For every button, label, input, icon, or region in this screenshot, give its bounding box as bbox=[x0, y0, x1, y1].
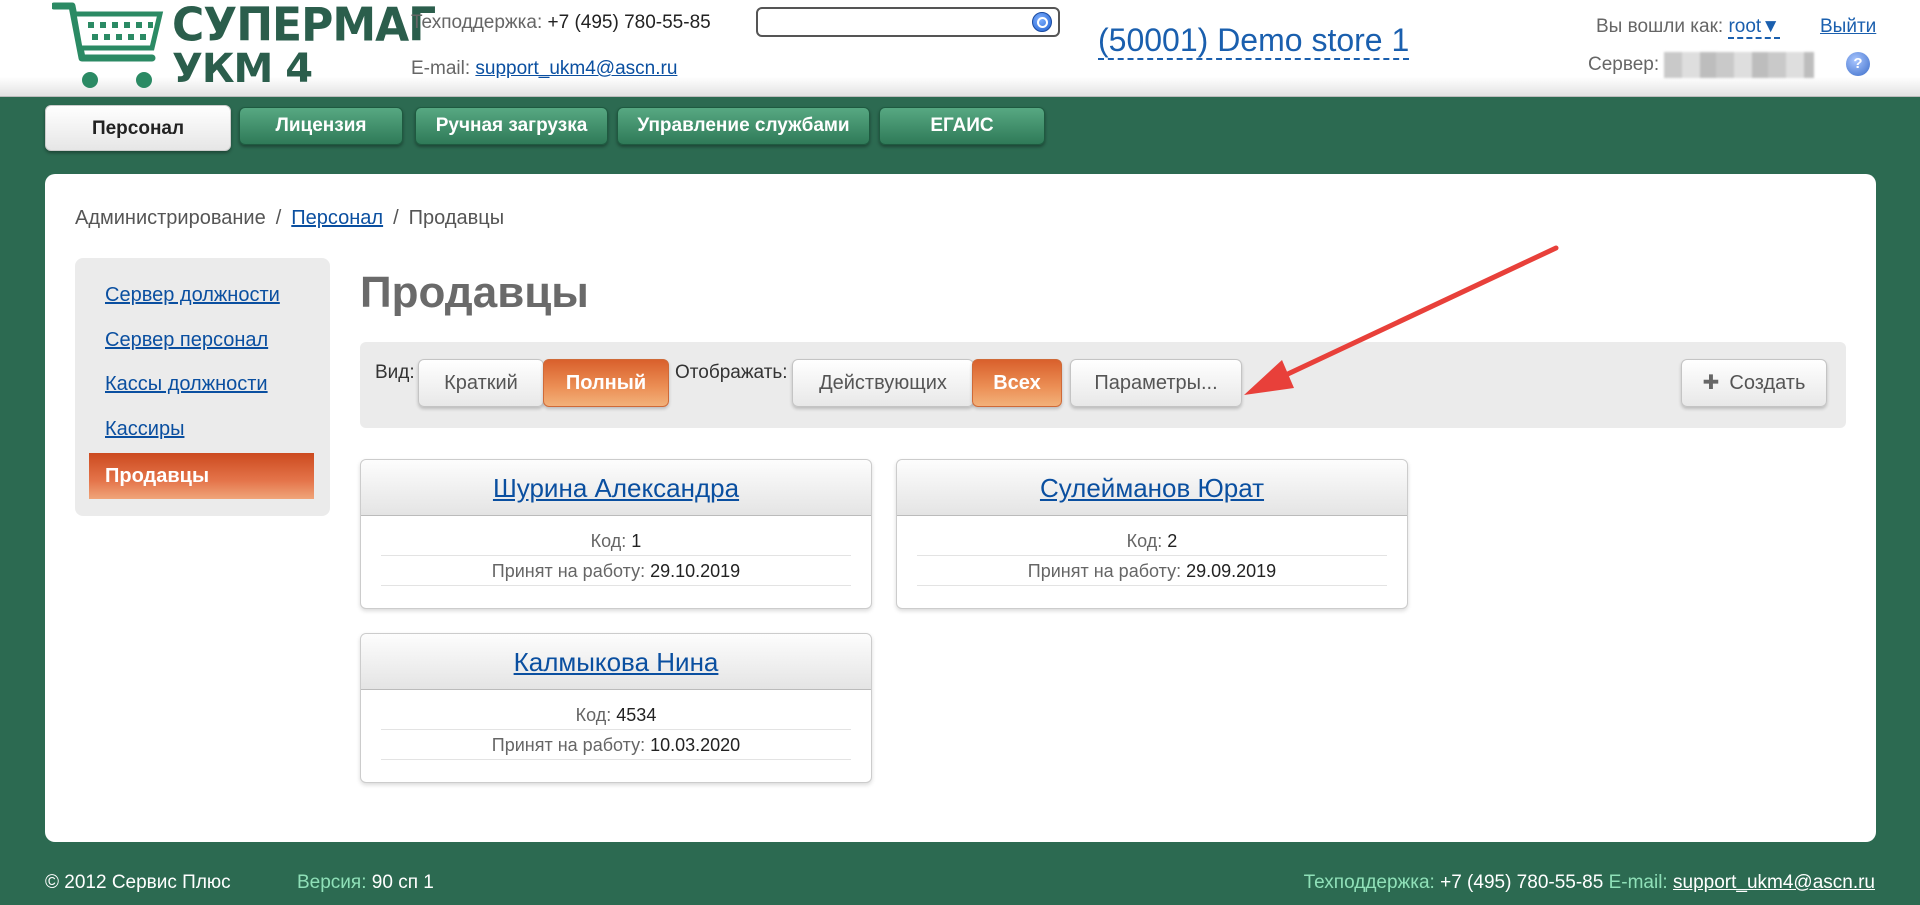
login-info: Вы вошли как: root▼ bbox=[1596, 16, 1780, 39]
seller-card: Калмыкова Нина Код: 4534 Принят на работ… bbox=[360, 633, 872, 783]
breadcrumb-personnel-link[interactable]: Персонал bbox=[291, 207, 383, 229]
create-button[interactable]: ✚ Создать bbox=[1681, 359, 1827, 407]
sidebar-item-sellers[interactable]: Продавцы bbox=[89, 453, 314, 499]
logout-link[interactable]: Выйти bbox=[1820, 16, 1876, 38]
footer-email-label: E-mail: bbox=[1608, 872, 1668, 893]
version-label: Версия: bbox=[297, 872, 367, 893]
seller-code-row: Код: 2 bbox=[917, 526, 1387, 556]
footer-support-phone: +7 (495) 780-55-85 bbox=[1440, 872, 1604, 893]
support-label: Техподдержка: bbox=[411, 12, 543, 33]
sidebar-item-register-positions[interactable]: Кассы должности bbox=[105, 373, 268, 396]
version-value: 90 сп 1 bbox=[371, 872, 434, 893]
breadcrumb-separator: / bbox=[393, 207, 399, 229]
code-value: 2 bbox=[1167, 531, 1178, 551]
cart-icon bbox=[52, 2, 164, 88]
seller-hired-row: Принят на работу: 10.03.2020 bbox=[381, 730, 851, 760]
seller-hired-row: Принят на работу: 29.09.2019 bbox=[917, 556, 1387, 586]
breadcrumb-current: Продавцы bbox=[408, 207, 505, 229]
header-email: E-mail: support_ukm4@ascn.ru bbox=[411, 58, 677, 80]
logo-subtext: УКМ 4 bbox=[172, 46, 313, 92]
show-active-button[interactable]: Действующих bbox=[792, 359, 974, 407]
sidebar-item-cashiers[interactable]: Кассиры bbox=[105, 418, 184, 441]
footer-copyright: © 2012 Сервис Плюс bbox=[45, 872, 231, 893]
code-label: Код: bbox=[590, 531, 627, 551]
server-label: Сервер: bbox=[1588, 54, 1660, 76]
seller-code-row: Код: 4534 bbox=[381, 700, 851, 730]
logo-text: СУПЕРМАГ bbox=[172, 0, 436, 53]
seller-card-header: Сулейманов Юрат bbox=[897, 460, 1407, 516]
create-label: Создать bbox=[1729, 372, 1806, 394]
view-short-button[interactable]: Краткий bbox=[418, 359, 544, 407]
seller-name-link[interactable]: Сулейманов Юрат bbox=[1040, 473, 1264, 503]
code-value: 4534 bbox=[616, 705, 657, 725]
show-label: Отображать: bbox=[675, 362, 788, 383]
login-label: Вы вошли как: bbox=[1596, 16, 1724, 37]
hired-value: 29.10.2019 bbox=[650, 561, 741, 581]
seller-card-header: Калмыкова Нина bbox=[361, 634, 871, 690]
hired-value: 29.09.2019 bbox=[1186, 561, 1277, 581]
sidebar-item-server-positions[interactable]: Сервер должности bbox=[105, 284, 280, 307]
help-icon[interactable]: ? bbox=[1846, 52, 1870, 76]
logo[interactable]: СУПЕРМАГ УКМ 4 bbox=[52, 0, 436, 95]
server-info: Сервер: bbox=[1588, 52, 1815, 78]
user-menu[interactable]: root▼ bbox=[1728, 16, 1780, 39]
tab-personnel[interactable]: Персонал bbox=[45, 105, 231, 151]
search-box bbox=[756, 7, 1060, 37]
header-bar: СУПЕРМАГ УКМ 4 Техподдержка: +7 (495) 78… bbox=[0, 0, 1920, 97]
toolbar: Вид: Краткий Полный Отображать: Действую… bbox=[360, 342, 1846, 428]
view-full-button[interactable]: Полный bbox=[543, 359, 669, 407]
sidebar-item-server-personnel[interactable]: Сервер персонал bbox=[105, 329, 268, 352]
server-value-redacted bbox=[1664, 52, 1815, 78]
footer-email-link[interactable]: support_ukm4@ascn.ru bbox=[1673, 872, 1875, 893]
parameters-button[interactable]: Параметры... bbox=[1070, 359, 1242, 407]
breadcrumb: Администрирование / Персонал / Продавцы bbox=[75, 207, 504, 230]
content-panel: Администрирование / Персонал / Продавцы Серв… bbox=[45, 174, 1876, 842]
footer-support-label: Техподдержка: bbox=[1303, 872, 1435, 893]
search-input[interactable] bbox=[764, 12, 1024, 32]
seller-code-row: Код: 1 bbox=[381, 526, 851, 556]
seller-card: Сулейманов Юрат Код: 2 Принят на работу:… bbox=[896, 459, 1408, 609]
email-link[interactable]: support_ukm4@ascn.ru bbox=[475, 58, 677, 79]
view-label: Вид: bbox=[375, 362, 415, 383]
seller-name-link[interactable]: Шурина Александра bbox=[493, 473, 739, 503]
hired-label: Принят на работу: bbox=[491, 735, 646, 755]
seller-name-link[interactable]: Калмыкова Нина bbox=[514, 647, 719, 677]
seller-card: Шурина Александра Код: 1 Принят на работ… bbox=[360, 459, 872, 609]
hired-label: Принят на работу: bbox=[1027, 561, 1182, 581]
tab-services[interactable]: Управление службами bbox=[617, 107, 870, 145]
page-title: Продавцы bbox=[360, 268, 589, 317]
footer-support: Техподдержка: +7 (495) 780-55-85 E-mail:… bbox=[1304, 872, 1875, 894]
breadcrumb-separator: / bbox=[275, 207, 282, 229]
seller-card-header: Шурина Александра bbox=[361, 460, 871, 516]
show-all-button[interactable]: Всех bbox=[972, 359, 1062, 407]
search-icon[interactable] bbox=[1032, 12, 1052, 32]
hired-value: 10.03.2020 bbox=[650, 735, 741, 755]
code-value: 1 bbox=[631, 531, 642, 551]
hired-label: Принят на работу: bbox=[491, 561, 646, 581]
code-label: Код: bbox=[575, 705, 612, 725]
tab-manual-upload[interactable]: Ручная загрузка bbox=[415, 107, 608, 145]
code-label: Код: bbox=[1126, 531, 1163, 551]
seller-hired-row: Принят на работу: 29.10.2019 bbox=[381, 556, 851, 586]
tab-egais[interactable]: ЕГАИС bbox=[879, 107, 1045, 145]
footer-version: Версия: 90 сп 1 bbox=[297, 872, 434, 894]
sidebar: Сервер должности Сервер персонал Кассы д… bbox=[75, 258, 330, 516]
header-support: Техподдержка: +7 (495) 780-55-85 bbox=[411, 12, 711, 34]
breadcrumb-root: Администрирование bbox=[75, 207, 266, 229]
store-selector[interactable]: (50001) Demo store 1 bbox=[1098, 22, 1410, 60]
email-label: E-mail: bbox=[411, 58, 471, 79]
tab-license[interactable]: Лицензия bbox=[239, 107, 403, 145]
plus-icon: ✚ bbox=[1702, 372, 1720, 394]
support-phone: +7 (495) 780-55-85 bbox=[547, 12, 711, 33]
